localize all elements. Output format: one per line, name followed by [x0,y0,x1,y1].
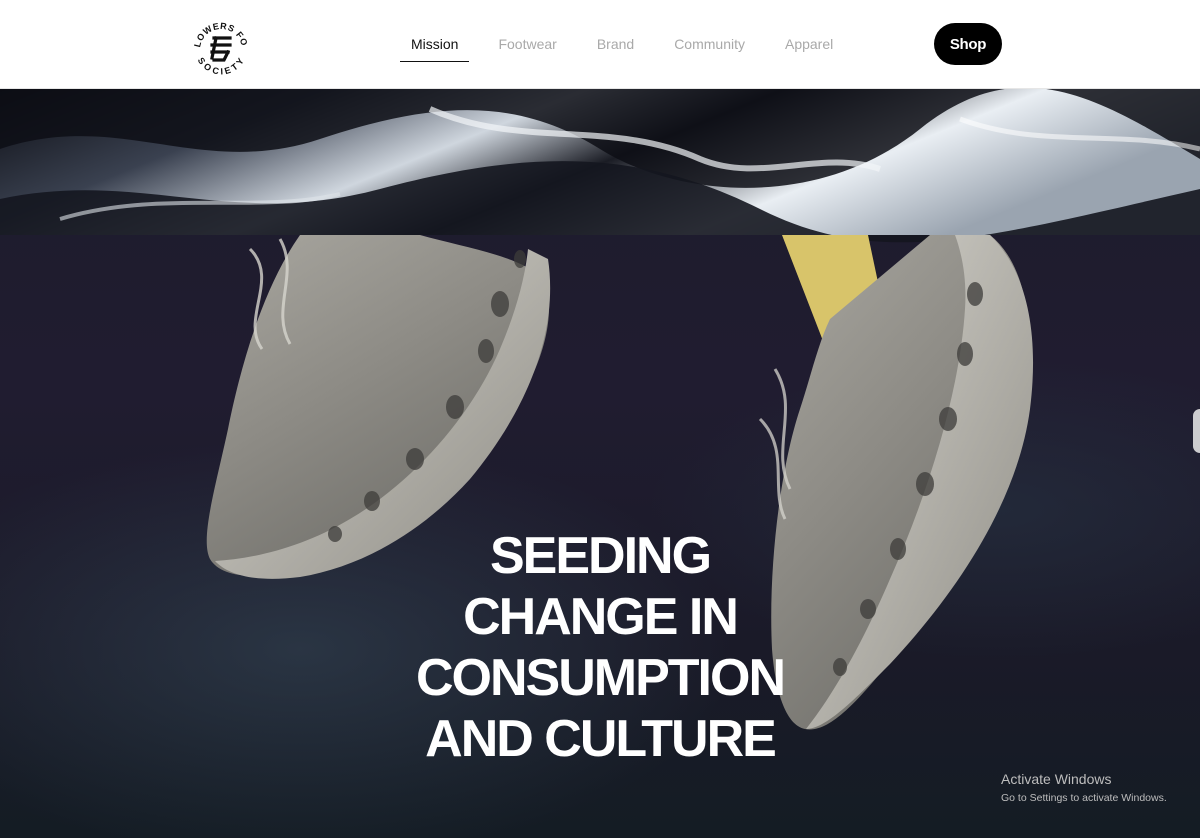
nav-mission[interactable]: Mission [400,26,470,62]
ffs-monogram-icon: FLOWERS FOR SOCIETY [188,0,250,77]
nav-brand[interactable]: Brand [586,26,645,62]
hero-headline: SEEDING CHANGE IN CONSUMPTION AND CULTUR… [400,526,800,770]
carousel-edge-handle[interactable] [1193,409,1200,453]
main-nav: Mission Footwear Brand Community Apparel [400,26,844,64]
brand-logo[interactable]: FLOWERS FOR SOCIETY [188,0,250,82]
watermark-subtitle: Go to Settings to activate Windows. [1001,792,1167,804]
watermark-title: Activate Windows [1001,771,1112,787]
shop-button[interactable]: Shop [934,23,1002,65]
headline-line: AND CULTURE [425,710,777,768]
site-header: FLOWERS FOR SOCIETY Mission Footwear Bra… [0,0,1200,89]
headline-line: CONSUMPTION [416,649,786,707]
svg-text:FLOWERS FOR: FLOWERS FOR [192,8,250,48]
windows-activation-watermark: Activate Windows Go to Settings to activ… [1001,770,1167,805]
headline-line: CHANGE IN [463,588,739,646]
hero-section: SEEDING CHANGE IN CONSUMPTION AND CULTUR… [0,89,1200,838]
logo-text-top: FLOWERS FOR [188,0,249,48]
nav-community[interactable]: Community [663,26,756,62]
nav-footwear[interactable]: Footwear [487,26,567,62]
nav-apparel[interactable]: Apparel [774,26,844,62]
headline-line: SEEDING [489,527,712,585]
